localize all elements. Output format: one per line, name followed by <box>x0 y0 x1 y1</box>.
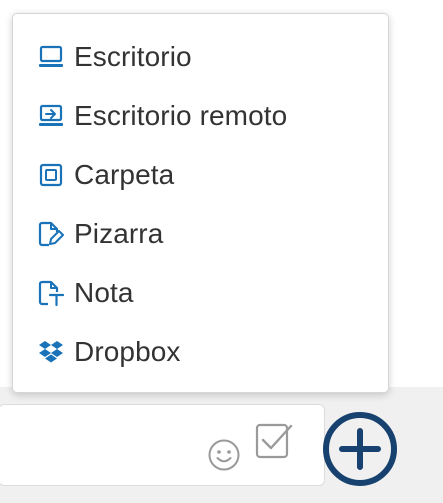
smiley-icon <box>208 439 240 471</box>
menu-item-label: Escritorio <box>74 40 192 72</box>
add-button[interactable] <box>316 405 404 493</box>
menu-item-label: Escritorio remoto <box>74 99 288 131</box>
menu-item-escritorio[interactable]: Escritorio <box>13 27 388 86</box>
whiteboard-icon <box>37 220 64 247</box>
task-button[interactable] <box>252 418 296 464</box>
menu-item-pizarra[interactable]: Pizarra <box>13 204 388 263</box>
add-content-menu: Escritorio Escritorio remoto Carpeta Piz… <box>12 13 389 393</box>
checkbox-icon <box>255 423 293 459</box>
menu-item-label: Dropbox <box>74 335 181 367</box>
emoji-button[interactable] <box>206 437 242 473</box>
menu-item-nota[interactable]: Nota <box>13 263 388 322</box>
menu-item-dropbox[interactable]: Dropbox <box>13 322 388 381</box>
menu-item-label: Carpeta <box>74 158 175 190</box>
menu-item-label: Nota <box>74 276 134 308</box>
menu-item-label: Pizarra <box>74 217 164 249</box>
menu-item-escritorio-remoto[interactable]: Escritorio remoto <box>13 86 388 145</box>
menu-item-carpeta[interactable]: Carpeta <box>13 145 388 204</box>
desktop-icon <box>37 43 64 70</box>
note-icon <box>37 279 64 306</box>
remote-desktop-icon <box>37 102 64 129</box>
folder-icon <box>37 161 64 188</box>
dropbox-icon <box>37 338 64 365</box>
plus-circle-icon <box>323 412 397 486</box>
